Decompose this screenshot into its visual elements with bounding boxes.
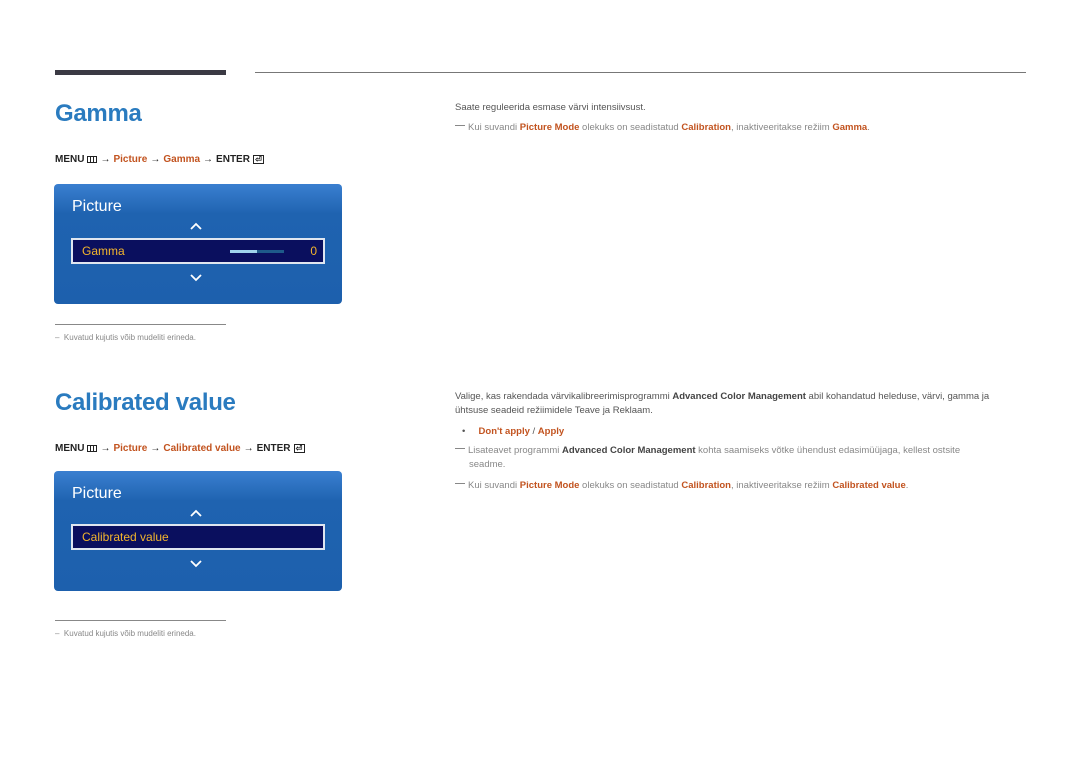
osd-item-calibrated-value[interactable]: Calibrated value xyxy=(71,524,325,550)
description-text: Valige, kas rakendada värvikalibreerimis… xyxy=(455,391,673,402)
enter-label: ENTER xyxy=(216,154,250,165)
footnote-rule xyxy=(55,620,226,621)
note-text: kohta saamiseks võtke ühendust edasimüüj… xyxy=(695,445,961,456)
note-text: olekuks on seadistatud xyxy=(579,122,682,133)
osd-picture-gamma: Picture Gamma 0 xyxy=(54,184,342,304)
osd-title: Picture xyxy=(72,198,122,215)
note-dash xyxy=(455,448,465,449)
footnote-rule xyxy=(55,324,226,325)
arrow-icon: → xyxy=(150,154,161,165)
note-dash xyxy=(455,483,465,484)
description-text: abil kohandatud heleduse, värvi, gamma j… xyxy=(805,391,990,402)
menu-icon xyxy=(87,156,98,163)
calibration-note: Kui suvandi Picture Mode olekuks on sead… xyxy=(455,479,908,493)
menu-path-calibrated-value: MENU → Picture → Calibrated value → ENTE… xyxy=(55,443,305,454)
option-separator: / xyxy=(529,426,538,437)
menu-icon xyxy=(87,445,98,452)
bullet: • xyxy=(462,426,466,437)
gamma-slider[interactable] xyxy=(230,250,284,253)
option-apply: Apply xyxy=(537,426,565,437)
path-step-gamma: Gamma xyxy=(163,154,201,165)
keyword-calibration: Calibration xyxy=(681,122,731,133)
path-step-calibrated-value: Calibrated value xyxy=(163,443,241,454)
gamma-description: Saate reguleerida esmase värvi intensiiv… xyxy=(455,102,646,113)
note-text: seadme. xyxy=(469,459,506,470)
options-list: • Don't apply / Apply xyxy=(462,425,564,439)
keyword-picture-mode: Picture Mode xyxy=(519,122,580,133)
note-text: . xyxy=(905,480,909,491)
menu-label: MENU xyxy=(55,154,85,165)
note-dash xyxy=(455,125,465,126)
note-text: , inaktiveeritakse režiim xyxy=(730,480,833,491)
header-rule-thin xyxy=(255,72,1026,73)
chevron-down-icon[interactable] xyxy=(190,272,202,284)
arrow-icon: → xyxy=(243,443,254,454)
footnote-mark: – xyxy=(55,629,60,638)
footnote-text: Kuvatud kujutis võib mudeliti erineda. xyxy=(63,629,196,638)
path-step-picture: Picture xyxy=(113,154,148,165)
option-dont-apply: Don't apply xyxy=(478,426,530,437)
enter-icon: ⏎ xyxy=(293,444,305,453)
note-text: , inaktiveeritakse režiim xyxy=(730,122,833,133)
path-step-picture: Picture xyxy=(113,443,148,454)
arrow-icon: → xyxy=(100,443,111,454)
acm-note: Lisateavet programmi Advanced Color Mana… xyxy=(455,444,1035,472)
osd-item-gamma[interactable]: Gamma 0 xyxy=(71,238,325,264)
keyword-acm: Advanced Color Management xyxy=(672,391,806,402)
footnote-mark: – xyxy=(55,333,60,342)
arrow-icon: → xyxy=(203,154,214,165)
calibrated-description: Valige, kas rakendada värvikalibreerimis… xyxy=(455,390,1035,418)
keyword-calibration: Calibration xyxy=(681,480,731,491)
note-text: . xyxy=(867,122,870,133)
gamma-note: Kui suvandi Picture Mode olekuks on sead… xyxy=(455,121,870,135)
section-title-calibrated-value: Calibrated value xyxy=(55,389,236,416)
keyword-gamma: Gamma xyxy=(832,122,868,133)
note-text: Kui suvandi xyxy=(468,122,520,133)
keyword-acm: Advanced Color Management xyxy=(561,445,696,456)
chevron-down-icon[interactable] xyxy=(190,558,202,570)
note-text: Lisateavet programmi xyxy=(468,445,562,456)
header-rule-thick xyxy=(55,70,226,75)
section-title-gamma: Gamma xyxy=(55,100,142,127)
description-text: ühtsuse seadeid režiimidele Teave ja Rek… xyxy=(455,405,653,416)
footnote: – Kuvatud kujutis võib mudeliti erineda. xyxy=(55,333,196,342)
note-text: olekuks on seadistatud xyxy=(579,480,682,491)
slider-fill xyxy=(230,250,257,253)
note-text: Kui suvandi xyxy=(468,480,520,491)
footnote-text: Kuvatud kujutis võib mudeliti erineda. xyxy=(63,333,196,342)
menu-path-gamma: MENU → Picture → Gamma → ENTER ⏎ xyxy=(55,154,264,165)
keyword-picture-mode: Picture Mode xyxy=(519,480,580,491)
arrow-icon: → xyxy=(150,443,161,454)
chevron-up-icon[interactable] xyxy=(190,507,202,519)
enter-label: ENTER xyxy=(256,443,291,454)
keyword-calibrated-value: Calibrated value xyxy=(832,480,906,491)
osd-title: Picture xyxy=(72,485,122,502)
arrow-icon: → xyxy=(100,154,111,165)
chevron-up-icon[interactable] xyxy=(190,220,202,232)
osd-item-value: 0 xyxy=(310,244,317,258)
enter-icon: ⏎ xyxy=(252,155,264,164)
osd-item-label: Calibrated value xyxy=(82,530,169,544)
osd-item-label: Gamma xyxy=(82,244,125,258)
footnote: – Kuvatud kujutis võib mudeliti erineda. xyxy=(55,629,196,638)
menu-label: MENU xyxy=(55,443,85,454)
osd-picture-calibrated-value: Picture Calibrated value xyxy=(54,471,342,591)
